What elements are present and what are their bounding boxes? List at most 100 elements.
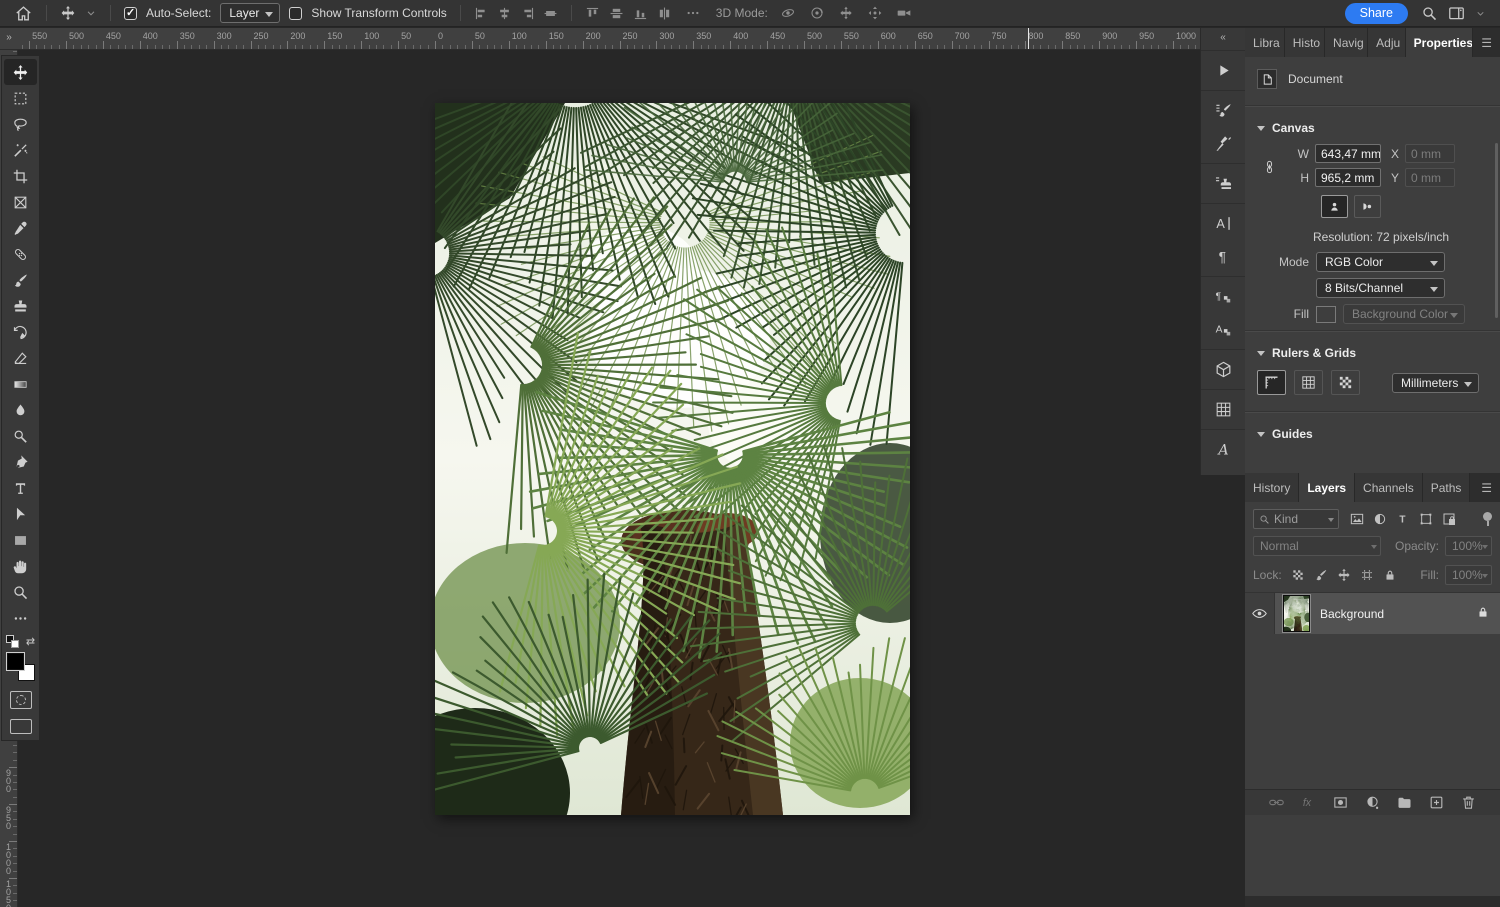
ruler-units-dropdown[interactable]: Millimeters bbox=[1392, 373, 1479, 393]
portrait-orientation-button[interactable] bbox=[1321, 195, 1348, 218]
para-panel-icon[interactable] bbox=[1201, 240, 1245, 273]
document-canvas[interactable] bbox=[435, 103, 910, 815]
distribute-h-icon[interactable] bbox=[657, 6, 672, 21]
parastyle-panel-icon[interactable] bbox=[1201, 313, 1245, 346]
tab-channels[interactable]: Channels bbox=[1355, 473, 1423, 502]
glyphs-panel-icon[interactable] bbox=[1201, 433, 1245, 466]
heal-tool[interactable] bbox=[4, 241, 37, 267]
show-transform-checkbox[interactable] bbox=[289, 7, 302, 20]
tab-adjustments[interactable]: Adju bbox=[1368, 28, 1405, 57]
panel-menu-icon[interactable]: ☰ bbox=[1473, 28, 1500, 57]
layer-thumbnail[interactable] bbox=[1283, 595, 1310, 632]
rect-tool[interactable] bbox=[4, 527, 37, 553]
marquee-tool[interactable] bbox=[4, 85, 37, 111]
lock-artboard-icon[interactable] bbox=[1357, 567, 1377, 583]
blur-tool[interactable] bbox=[4, 397, 37, 423]
roll-3d-icon[interactable] bbox=[809, 5, 825, 21]
bit-depth-dropdown[interactable]: 8 Bits/Channel bbox=[1316, 278, 1445, 298]
arrow-tool[interactable] bbox=[4, 501, 37, 527]
workspace-icon[interactable] bbox=[1447, 4, 1466, 23]
align-middle-icon[interactable] bbox=[543, 6, 558, 21]
lock-position-icon[interactable] bbox=[1334, 567, 1354, 583]
link-layers-icon[interactable] bbox=[1268, 794, 1285, 811]
pattern-panel-icon[interactable] bbox=[1201, 393, 1245, 426]
layer-name[interactable]: Background bbox=[1320, 607, 1384, 621]
pan-3d-icon[interactable] bbox=[838, 5, 854, 21]
more-options-icon[interactable] bbox=[685, 5, 701, 21]
auto-select-checkbox[interactable] bbox=[124, 7, 137, 20]
char-panel-icon[interactable] bbox=[1201, 207, 1245, 240]
play-panel-icon[interactable] bbox=[1201, 54, 1245, 87]
dots-tool[interactable] bbox=[4, 605, 37, 631]
slide-3d-icon[interactable] bbox=[867, 5, 883, 21]
toggle-grid-button[interactable] bbox=[1294, 370, 1323, 395]
quick-mask-icon[interactable] bbox=[10, 691, 32, 709]
clonesrc-panel-icon[interactable] bbox=[1201, 167, 1245, 200]
move-tool[interactable] bbox=[4, 59, 37, 85]
lock-paint-icon[interactable] bbox=[1311, 567, 1331, 583]
swap-colors-icon[interactable]: ⇄ bbox=[26, 635, 35, 648]
stamp-tool[interactable] bbox=[4, 293, 37, 319]
brush-tool[interactable] bbox=[4, 267, 37, 293]
toggle-rulers-button[interactable] bbox=[1257, 370, 1286, 395]
screen-mode-icon[interactable] bbox=[10, 719, 32, 734]
threed-panel-icon[interactable] bbox=[1201, 353, 1245, 386]
brushset-panel-icon[interactable] bbox=[1201, 94, 1245, 127]
new-layer-icon[interactable] bbox=[1428, 794, 1445, 811]
layer-row-background[interactable]: Background bbox=[1245, 593, 1500, 634]
delete-layer-icon[interactable] bbox=[1460, 794, 1477, 811]
filter-toggle-icon[interactable] bbox=[1483, 512, 1492, 526]
adjustment-layer-filter-icon[interactable] bbox=[1368, 510, 1391, 528]
distribute-v-icon[interactable] bbox=[609, 6, 624, 21]
smart-object-filter-icon[interactable] bbox=[1437, 510, 1460, 528]
tab-properties[interactable]: Properties bbox=[1406, 28, 1474, 57]
color-mode-dropdown[interactable]: RGB Color bbox=[1316, 252, 1445, 272]
lock-transparency-icon[interactable] bbox=[1288, 567, 1308, 583]
pen-tool[interactable] bbox=[4, 449, 37, 475]
align-center-h-icon[interactable] bbox=[497, 6, 512, 21]
width-field[interactable]: 643,47 mm bbox=[1315, 144, 1381, 163]
hand-tool[interactable] bbox=[4, 553, 37, 579]
align-top-icon[interactable] bbox=[585, 6, 600, 21]
ruler-expand-left[interactable]: » bbox=[0, 28, 18, 50]
layer-effects-icon[interactable] bbox=[1300, 794, 1317, 811]
crop-tool[interactable] bbox=[4, 163, 37, 189]
tab-navigator[interactable]: Navig bbox=[1325, 28, 1368, 57]
default-colors-icon[interactable] bbox=[6, 635, 19, 648]
home-icon[interactable] bbox=[14, 4, 33, 23]
zoom-tool[interactable] bbox=[4, 579, 37, 605]
landscape-orientation-button[interactable] bbox=[1354, 195, 1381, 218]
move-tool-icon[interactable] bbox=[60, 5, 76, 21]
adjustment-layer-icon[interactable] bbox=[1364, 794, 1381, 811]
tab-libraries[interactable]: Libra bbox=[1245, 28, 1285, 57]
layer-filter-kind-dropdown[interactable]: Kind bbox=[1253, 509, 1339, 529]
link-dimensions-icon[interactable] bbox=[1262, 154, 1277, 183]
tab-histogram[interactable]: Histo bbox=[1285, 28, 1325, 57]
search-icon[interactable] bbox=[1421, 5, 1438, 22]
layer-visibility-eye-icon[interactable] bbox=[1245, 593, 1275, 634]
brushes-panel-icon[interactable] bbox=[1201, 127, 1245, 160]
canvas-section-header[interactable]: Canvas bbox=[1245, 113, 1500, 139]
gradient-tool[interactable] bbox=[4, 371, 37, 397]
dodge-tool[interactable] bbox=[4, 423, 37, 449]
tab-history[interactable]: History bbox=[1245, 473, 1299, 502]
chevron-down-icon[interactable] bbox=[1475, 8, 1486, 19]
align-right-icon[interactable] bbox=[520, 6, 535, 21]
toggle-transparency-button[interactable] bbox=[1331, 370, 1360, 395]
align-left-icon[interactable] bbox=[474, 6, 489, 21]
layer-lock-icon[interactable] bbox=[1476, 605, 1490, 622]
layer-group-icon[interactable] bbox=[1396, 794, 1413, 811]
charstyle-panel-icon[interactable] bbox=[1201, 280, 1245, 313]
lock-all-icon[interactable] bbox=[1380, 567, 1400, 583]
frame-tool[interactable] bbox=[4, 189, 37, 215]
horizontal-ruler[interactable]: 5505004504003503002502001501005005010015… bbox=[18, 28, 1200, 50]
tab-paths[interactable]: Paths bbox=[1423, 473, 1471, 502]
type-layer-filter-icon[interactable] bbox=[1391, 510, 1414, 528]
chevron-down-icon[interactable] bbox=[85, 7, 97, 19]
panel-menu-icon[interactable]: ☰ bbox=[1473, 473, 1500, 502]
auto-select-target-dropdown[interactable]: Layer bbox=[220, 3, 280, 23]
tab-layers[interactable]: Layers bbox=[1299, 473, 1355, 502]
fill-swatch[interactable] bbox=[1316, 306, 1336, 323]
wand-tool[interactable] bbox=[4, 137, 37, 163]
history-tool[interactable] bbox=[4, 319, 37, 345]
